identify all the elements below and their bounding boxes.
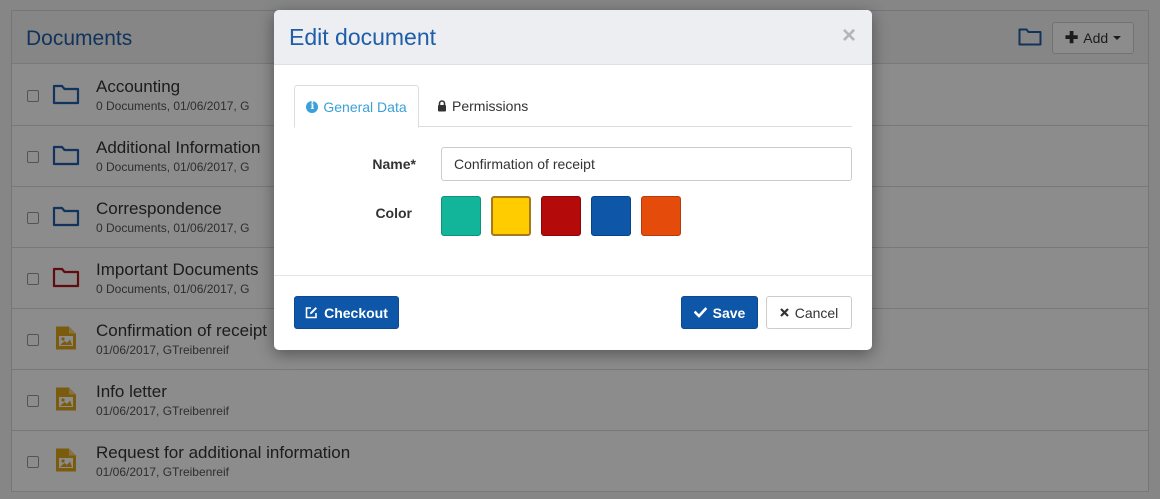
info-icon: i	[306, 100, 319, 113]
lock-icon	[438, 100, 446, 112]
modal-divider	[274, 275, 872, 276]
close-icon	[779, 308, 789, 317]
color-swatch[interactable]	[491, 196, 531, 236]
cancel-button-label: Cancel	[794, 304, 839, 321]
modal-title: Edit document	[289, 24, 437, 50]
tab-general-data[interactable]: i General Data	[294, 85, 419, 128]
color-swatch[interactable]	[641, 196, 681, 236]
tab-general-data-label: General Data	[323, 98, 407, 115]
color-swatch[interactable]	[591, 196, 631, 236]
name-input[interactable]	[441, 147, 852, 181]
tab-bar: i General Data Permissions	[294, 85, 852, 128]
save-button-label: Save	[712, 304, 746, 321]
name-label: Name*	[372, 156, 416, 172]
color-label: Color	[375, 205, 412, 221]
close-icon[interactable]: ×	[842, 24, 856, 48]
edit-document-modal: Edit document × i General Data Permissio…	[274, 10, 872, 350]
tab-permissions[interactable]: Permissions	[437, 85, 528, 127]
color-swatch[interactable]	[541, 196, 581, 236]
edit-icon	[305, 307, 318, 319]
tab-permissions-label: Permissions	[452, 98, 529, 114]
color-swatch[interactable]	[441, 196, 481, 236]
cancel-button[interactable]: Cancel	[766, 296, 852, 329]
check-icon	[693, 307, 707, 318]
save-button[interactable]: Save	[681, 296, 758, 329]
modal-header: Edit document ×	[274, 10, 872, 65]
checkout-button[interactable]: Checkout	[294, 296, 399, 329]
checkout-button-label: Checkout	[324, 304, 388, 321]
